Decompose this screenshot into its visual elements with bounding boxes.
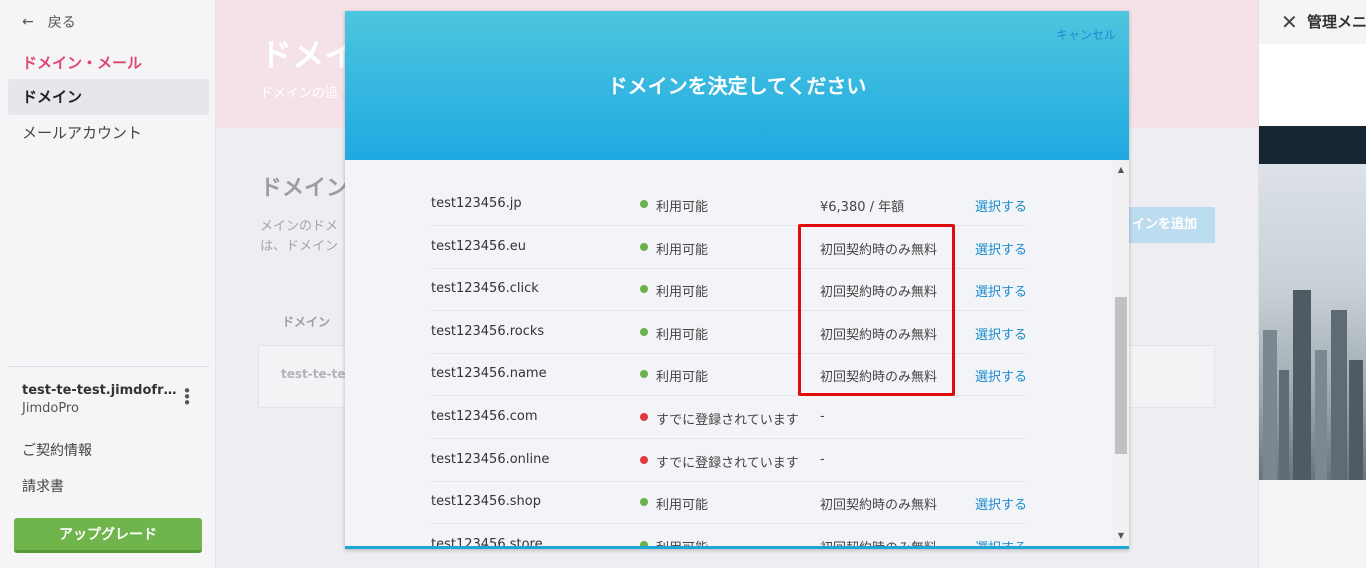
price-text: 初回契約時のみ無料 <box>820 498 938 513</box>
status-text: 利用可能 <box>656 243 709 258</box>
list-item: test123456.store 利用可能 初回契約時のみ無料 選択する <box>431 524 1027 546</box>
select-link[interactable]: 選択する <box>975 494 1027 513</box>
hero-subtitle: ドメインの追 <box>260 86 339 101</box>
status-text: すでに登録されています <box>656 413 799 428</box>
status-text: 利用可能 <box>656 285 709 300</box>
modal-bottom-border <box>345 546 1129 549</box>
status-dot-icon <box>640 413 648 421</box>
back-link[interactable]: ← 戻る <box>22 12 76 32</box>
modal-header: キャンセル ドメインを決定してください <box>345 11 1129 160</box>
section-title: ドメイン・メール <box>22 54 143 72</box>
section-heading: ドメイン <box>260 176 349 201</box>
list-item: test123456.com すでに登録されています - <box>431 396 1026 439</box>
status-dot-icon <box>640 456 648 464</box>
scroll-down-icon[interactable]: ▼ <box>1113 528 1129 544</box>
preview-nav-bar <box>1259 126 1366 164</box>
close-icon[interactable]: ✕ <box>1281 10 1298 34</box>
preview-city-image <box>1259 164 1366 480</box>
status-text: 利用可能 <box>656 328 709 343</box>
select-link[interactable]: 選択する <box>975 196 1027 215</box>
status-text: 利用可能 <box>656 498 709 513</box>
domain-name: test123456.store <box>431 537 543 546</box>
sidebar-item-domain[interactable]: ドメイン <box>8 79 209 115</box>
select-link[interactable]: 選択する <box>975 281 1027 300</box>
cancel-link[interactable]: キャンセル <box>1056 26 1116 43</box>
status-text: 利用可能 <box>656 537 708 546</box>
list-item: test123456.jp 利用可能 ¥6,380 / 年額 選択する <box>431 183 1027 226</box>
status-dot-icon <box>640 243 648 251</box>
more-vertical-icon[interactable]: • • • <box>182 384 192 411</box>
table-header-domain: ドメイン <box>282 315 331 329</box>
sidebar-item-mail-account[interactable]: メールアカウント <box>8 115 209 151</box>
status-dot-icon <box>640 370 648 378</box>
divider <box>8 366 209 367</box>
select-link[interactable]: 選択する <box>975 537 1027 546</box>
modal-title: ドメインを決定してください <box>607 74 867 98</box>
back-label: 戻る <box>47 15 76 31</box>
domain-name: test123456.rocks <box>431 324 545 339</box>
contract-info-link[interactable]: ご契約情報 <box>22 440 92 460</box>
domain-name: test123456.shop <box>431 494 541 509</box>
domain-name: test123456.eu <box>431 239 526 254</box>
invoice-link[interactable]: 請求書 <box>22 476 64 496</box>
scroll-up-icon[interactable]: ▲ <box>1113 162 1129 178</box>
select-link[interactable]: 選択する <box>975 324 1027 343</box>
site-name: test-te-test.jimdofree.com <box>22 383 182 398</box>
table-row-domain: test-te-tes <box>281 367 353 381</box>
scrollbar-thumb[interactable] <box>1115 297 1127 454</box>
domain-name: test123456.jp <box>431 196 522 211</box>
section-description: メインのドメ は、ドメイン <box>260 217 338 257</box>
arrow-left-icon: ← <box>22 14 34 30</box>
status-dot-icon <box>640 285 648 293</box>
hero-title: ドメイ <box>260 36 357 74</box>
price-text: - <box>820 452 825 467</box>
list-item: test123456.online すでに登録されています - <box>431 439 1026 482</box>
sidebar: ← 戻る ドメイン・メール ドメイン メールアカウント test-te-test… <box>0 0 216 568</box>
status-dot-icon <box>640 328 648 336</box>
preview-footer <box>1259 480 1366 568</box>
upgrade-button[interactable]: アップグレード <box>14 518 202 553</box>
domain-list: test123456.jp 利用可能 ¥6,380 / 年額 選択する test… <box>345 160 1129 546</box>
annotation-highlight-box <box>798 224 955 396</box>
modal-scrollbar[interactable]: ▲ ▼ <box>1113 160 1129 546</box>
select-link[interactable]: 選択する <box>975 239 1027 258</box>
domain-name: test123456.com <box>431 409 538 424</box>
admin-menu-panel: ✕ 管理メニュー <box>1258 0 1366 568</box>
status-dot-icon <box>640 498 648 506</box>
description-line: は、ドメイン <box>260 239 339 254</box>
price-text: - <box>820 409 825 424</box>
select-link[interactable]: 選択する <box>975 366 1027 385</box>
list-item: test123456.shop 利用可能 初回契約時のみ無料 選択する <box>431 481 1027 524</box>
status-text: すでに登録されています <box>656 456 799 471</box>
description-line: メインのドメ <box>260 219 339 234</box>
price-text: 初回契約時のみ無料 <box>820 537 937 546</box>
admin-menu-title: 管理メニュー <box>1307 13 1366 31</box>
site-plan: JimdoPro <box>22 401 79 416</box>
add-domain-button[interactable]: インを追加 <box>1114 207 1215 243</box>
preview-header <box>1259 44 1366 126</box>
price-text: ¥6,380 / 年額 <box>820 200 905 215</box>
domain-name: test123456.click <box>431 281 539 296</box>
status-text: 利用可能 <box>656 370 709 385</box>
status-text: 利用可能 <box>656 200 709 215</box>
status-dot-icon <box>640 200 648 208</box>
domain-name: test123456.name <box>431 366 547 381</box>
domain-name: test123456.online <box>431 452 550 467</box>
domain-select-modal: キャンセル ドメインを決定してください test123456.jp 利用可能 ¥… <box>345 11 1129 549</box>
